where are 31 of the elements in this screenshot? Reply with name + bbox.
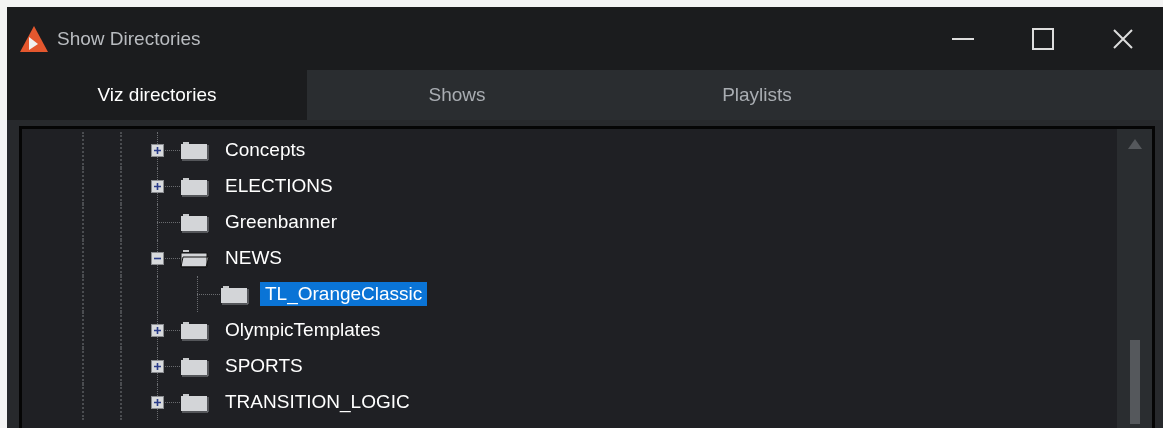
folder-icon [180,139,210,161]
folder-name[interactable]: TL_OrangeClassic [260,282,428,306]
scrollbar[interactable] [1117,129,1152,428]
expand-icon[interactable] [151,360,164,373]
folder-name[interactable]: Concepts [220,138,311,162]
folder-icon [180,175,210,197]
folder-name[interactable]: Greenbanner [220,210,342,234]
folder-name[interactable]: NEWS [220,246,287,270]
folder-icon [220,283,250,305]
folder-name[interactable]: ELECTIONS [220,174,338,198]
tab[interactable]: Viz directories [7,70,307,120]
expand-icon[interactable] [151,144,164,157]
scrollbar-thumb[interactable] [1129,340,1140,424]
window-title: Show Directories [57,27,202,50]
folder-icon [180,211,210,233]
expand-icon[interactable] [151,324,164,337]
close-icon [1112,27,1134,50]
open-folder-icon [180,247,210,269]
folder-icon [180,355,210,377]
folder-icon [180,319,210,341]
maximize-icon [1032,27,1054,50]
tab[interactable]: Playlists [607,70,907,120]
folder-name[interactable]: TRANSITION_LOGIC [220,390,415,414]
tab[interactable]: Shows [307,70,607,120]
minimize-icon [952,37,974,40]
collapse-icon[interactable] [151,252,164,265]
folder-name[interactable]: OlympicTemplates [220,318,386,342]
folder-name[interactable]: SPORTS [220,354,308,378]
folder-icon [180,391,210,413]
expand-icon[interactable] [151,180,164,193]
expand-icon[interactable] [151,396,164,409]
